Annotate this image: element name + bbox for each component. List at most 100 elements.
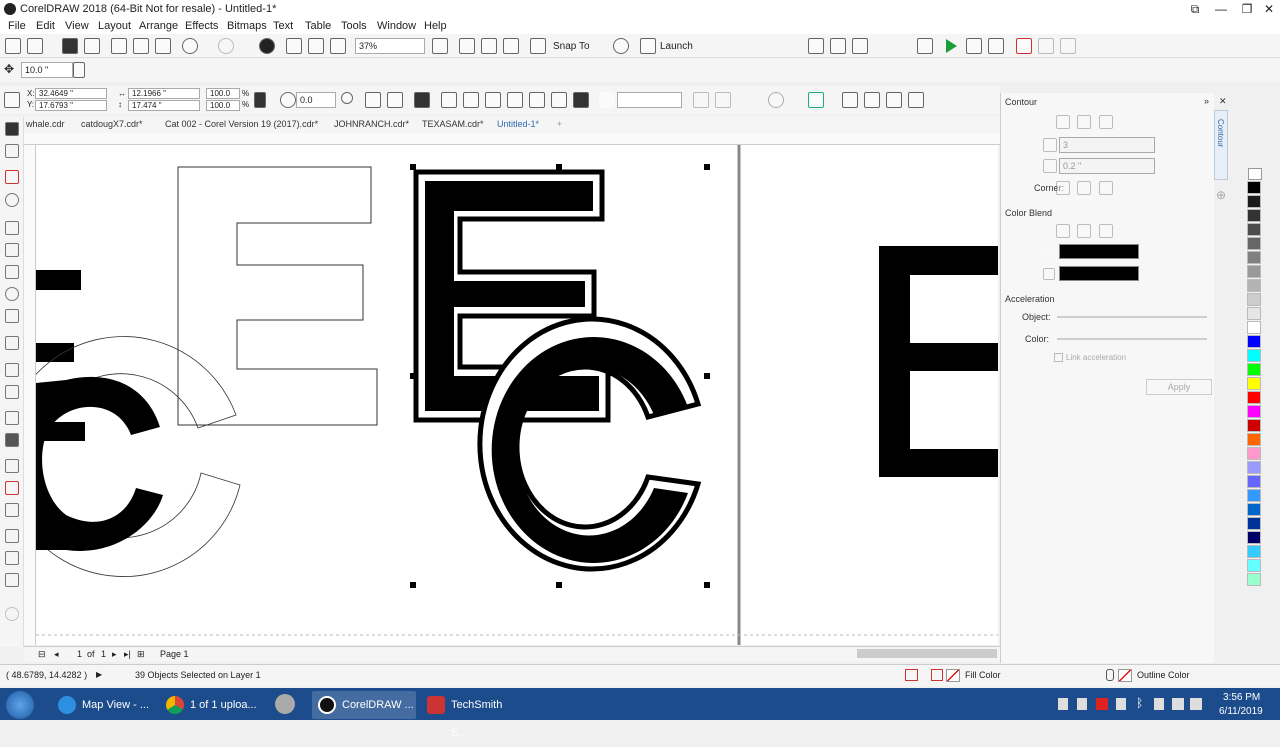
drawing-canvas[interactable] xyxy=(36,145,998,645)
launch-dropdown[interactable]: Launch xyxy=(660,41,693,52)
search-content-icon[interactable] xyxy=(259,38,275,54)
outline-pen-status-icon[interactable] xyxy=(1106,669,1114,681)
palette-swatch[interactable] xyxy=(1247,335,1261,348)
scale-height-input[interactable]: 100.0 xyxy=(206,100,240,111)
tab-texasam[interactable]: TEXASAM.cdr* xyxy=(422,119,484,129)
add-page-icon[interactable]: ⊞ xyxy=(137,649,145,660)
palette-swatch[interactable] xyxy=(1247,265,1261,278)
numbers-icon[interactable] xyxy=(852,38,868,54)
macro-run-icon[interactable] xyxy=(1060,38,1076,54)
crop-tool-icon[interactable] xyxy=(5,170,19,184)
palette-swatch[interactable] xyxy=(1247,503,1261,516)
simplify-icon[interactable] xyxy=(507,92,523,108)
macro-pause-icon[interactable] xyxy=(988,38,1004,54)
zoom-tool-icon[interactable] xyxy=(5,193,19,207)
trim-icon[interactable] xyxy=(463,92,479,108)
smart-fill-icon[interactable] xyxy=(5,503,19,517)
polygon-tool-icon[interactable] xyxy=(5,309,19,323)
spell-check-icon[interactable] xyxy=(830,38,846,54)
transparency-icon[interactable] xyxy=(5,433,19,447)
color-proof-icon[interactable] xyxy=(905,669,918,681)
quick-customize-icon[interactable] xyxy=(808,92,824,108)
drop-shadow-icon[interactable] xyxy=(5,411,19,425)
menu-tools[interactable]: Tools xyxy=(341,20,367,32)
menu-help[interactable]: Help xyxy=(424,20,447,32)
tray-icon-3[interactable] xyxy=(1096,698,1108,710)
menu-table[interactable]: Table xyxy=(305,20,331,32)
clockwise-blend-icon[interactable] xyxy=(1077,224,1091,238)
palette-swatch[interactable] xyxy=(1247,517,1261,530)
macro-save-icon[interactable] xyxy=(1038,38,1054,54)
contour-to-center-icon[interactable] xyxy=(1056,115,1070,129)
palette-swatch[interactable] xyxy=(1247,489,1261,502)
prev-page-icon[interactable]: ◂ xyxy=(54,649,59,660)
shape-tool-icon[interactable] xyxy=(5,144,19,158)
eyedropper-icon[interactable] xyxy=(5,459,19,473)
palette-swatch[interactable] xyxy=(1247,237,1261,250)
snap-to-dropdown[interactable]: Snap To xyxy=(553,41,590,52)
zoom-level-dropdown[interactable]: 37% xyxy=(355,38,425,54)
wrap-text-icon[interactable] xyxy=(715,92,731,108)
clock-time[interactable]: 3:56 PM xyxy=(1223,692,1260,703)
tray-icon-1[interactable] xyxy=(1058,698,1068,710)
height-input[interactable]: 17.474 " xyxy=(128,100,200,111)
palette-swatch[interactable] xyxy=(1247,405,1261,418)
zoom-to-page-icon[interactable] xyxy=(432,38,448,54)
palette-swatch[interactable] xyxy=(1247,419,1261,432)
color-acceleration-slider[interactable] xyxy=(1057,338,1207,340)
palette-swatch[interactable] xyxy=(1247,209,1261,222)
horizontal-ruler[interactable] xyxy=(24,133,1000,145)
group-icon[interactable] xyxy=(414,92,430,108)
lock-ratio-icon[interactable] xyxy=(254,92,266,108)
open-icon[interactable] xyxy=(27,38,43,54)
pdf-icon[interactable] xyxy=(330,38,346,54)
offset-input[interactable]: 0.2 " xyxy=(1059,158,1155,174)
pick-tool-icon[interactable] xyxy=(5,122,19,136)
back-minus-front-icon[interactable] xyxy=(551,92,567,108)
outline-width-dropdown[interactable] xyxy=(617,92,682,108)
menu-file[interactable]: File xyxy=(8,20,26,32)
tray-icon-4[interactable] xyxy=(1116,698,1126,710)
tab-catdoug[interactable]: catdougX7.cdr* xyxy=(81,119,143,129)
y-position-input[interactable]: 17.6793 " xyxy=(35,100,107,111)
boundary-icon[interactable] xyxy=(573,92,589,108)
menu-effects[interactable]: Effects xyxy=(185,20,218,32)
convert-icon[interactable] xyxy=(693,92,709,108)
macro-stop-icon[interactable] xyxy=(1016,38,1032,54)
vertical-ruler[interactable] xyxy=(24,145,36,645)
help-icon[interactable]: ⧉ xyxy=(1182,0,1208,18)
menu-layout[interactable]: Layout xyxy=(98,20,131,32)
tab-johnranch[interactable]: JOHNRANCH.cdr* xyxy=(334,119,409,129)
menu-view[interactable]: View xyxy=(65,20,89,32)
mirror-v-icon[interactable] xyxy=(387,92,403,108)
options-gear-icon[interactable] xyxy=(613,38,629,54)
new-document-icon[interactable] xyxy=(5,38,21,54)
menu-edit[interactable]: Edit xyxy=(36,20,55,32)
copy-icon[interactable] xyxy=(133,38,149,54)
contour-inside-icon[interactable] xyxy=(1077,115,1091,129)
cut-icon[interactable] xyxy=(111,38,127,54)
menu-bitmaps[interactable]: Bitmaps xyxy=(227,20,267,32)
menu-arrange[interactable]: Arrange xyxy=(139,20,178,32)
x-position-input[interactable]: 32.4649 " xyxy=(35,88,107,99)
palette-swatch[interactable] xyxy=(1247,321,1261,334)
page-tab[interactable]: Page 1 xyxy=(160,649,189,659)
palette-swatch[interactable] xyxy=(1247,573,1261,586)
redo-icon[interactable] xyxy=(218,38,234,54)
rotation-input[interactable]: 0.0 xyxy=(296,92,336,108)
dimension-icon[interactable] xyxy=(5,551,19,565)
counterclockwise-blend-icon[interactable] xyxy=(1099,224,1113,238)
start-button[interactable] xyxy=(6,691,34,719)
play-icon[interactable] xyxy=(946,39,957,53)
fill-color-swatch[interactable] xyxy=(1059,266,1139,281)
tab-untitled[interactable]: Untitled-1* xyxy=(497,119,539,129)
contour-outside-icon[interactable] xyxy=(1099,115,1113,129)
add-tool-icon[interactable] xyxy=(5,607,19,621)
minimize-button[interactable]: — xyxy=(1208,0,1234,18)
save-icon[interactable] xyxy=(62,38,78,54)
docker-side-tab[interactable]: Contour xyxy=(1214,110,1228,180)
outline-color-swatch[interactable] xyxy=(1059,244,1139,259)
menu-text[interactable]: Text xyxy=(273,20,293,32)
corner-round-icon[interactable] xyxy=(1077,181,1091,195)
outline-pen-icon[interactable] xyxy=(599,92,615,108)
